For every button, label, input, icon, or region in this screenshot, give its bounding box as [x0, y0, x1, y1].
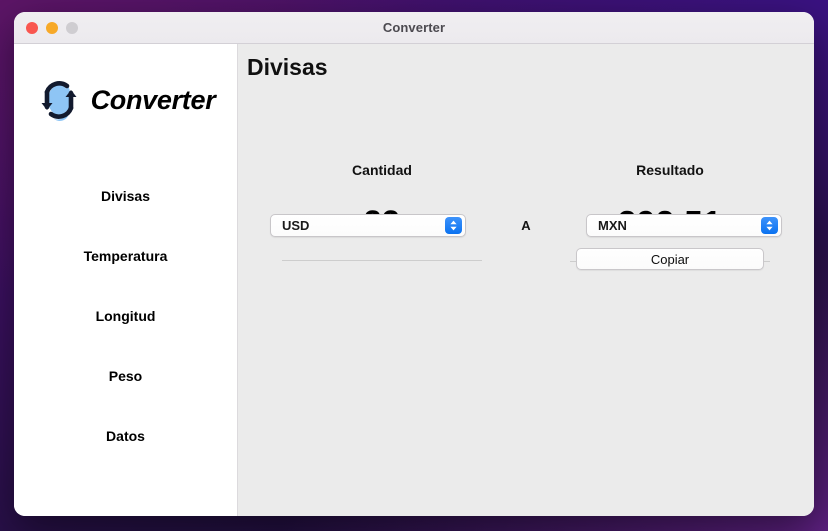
sidebar: Converter Divisas Temperatura Longitud P… [14, 44, 238, 516]
currency-controls-row: USD A MXN [238, 212, 814, 238]
separator-label: A [521, 217, 531, 233]
chevron-up-down-icon [761, 217, 778, 234]
from-currency-cell: USD [238, 213, 498, 237]
copy-row-spacer [238, 248, 526, 270]
copy-button-cell: Copiar [526, 248, 814, 270]
sidebar-item-label: Longitud [95, 308, 156, 324]
app-window: Converter Converter Divisas Temperatura … [14, 12, 814, 516]
separator-cell: A [498, 218, 554, 233]
page-title: Divisas [247, 54, 328, 80]
app-logo: Converter [36, 72, 216, 128]
copy-row: Copiar [238, 248, 814, 270]
result-label: Resultado [636, 162, 704, 178]
chevron-up-down-icon [445, 217, 462, 234]
sidebar-item-label: Temperatura [83, 248, 168, 264]
from-currency-select[interactable]: USD [270, 213, 466, 237]
sidebar-item-longitud[interactable]: Longitud [14, 286, 237, 346]
copy-button-label: Copiar [650, 251, 690, 267]
sidebar-item-temperatura[interactable]: Temperatura [14, 226, 237, 286]
sidebar-item-peso[interactable]: Peso [14, 346, 237, 406]
copy-button[interactable]: Copiar [576, 248, 764, 270]
app-logo-text: Converter [90, 84, 216, 115]
window-titlebar: Converter [14, 12, 814, 44]
circular-arrows-icon [41, 81, 77, 121]
to-currency-value: MXN [598, 217, 627, 233]
sidebar-item-label: Divisas [100, 188, 151, 204]
traffic-light-group [26, 12, 78, 43]
zoom-button [66, 21, 78, 34]
sidebar-item-divisas[interactable]: Divisas [14, 166, 237, 226]
window-body: Converter Divisas Temperatura Longitud P… [14, 44, 814, 516]
sidebar-nav: Divisas Temperatura Longitud Peso Datos [14, 166, 237, 466]
sidebar-item-label: Datos [106, 428, 145, 444]
amount-label: Cantidad [352, 162, 412, 178]
to-currency-select[interactable]: MXN [586, 213, 782, 237]
sidebar-item-label: Peso [108, 368, 143, 384]
minimize-button[interactable] [46, 21, 58, 34]
sidebar-item-datos[interactable]: Datos [14, 406, 237, 466]
content-area: Divisas Cantidad 23 Resultado 392.51 USD [238, 44, 814, 516]
close-button[interactable] [26, 21, 38, 34]
to-currency-cell: MXN [554, 213, 814, 237]
from-currency-value: USD [282, 217, 310, 233]
window-title: Converter [382, 20, 446, 35]
